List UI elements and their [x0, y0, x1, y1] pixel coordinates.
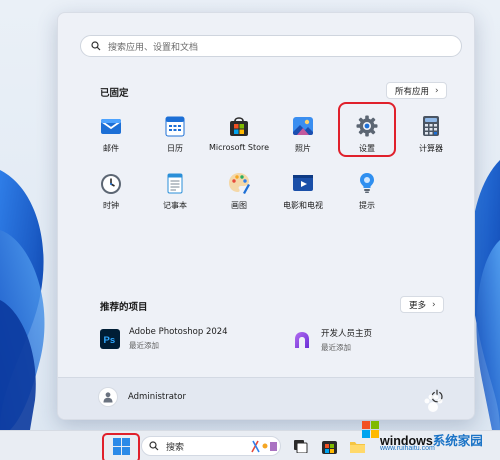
start-menu: 搜索应用、设置和文档 已固定 所有应用 › 邮件 日历 Microsoft St… [57, 12, 475, 420]
task-view-icon[interactable] [294, 440, 308, 453]
taskbar-search-box[interactable]: 搜索 [141, 436, 281, 456]
clock-icon [101, 174, 121, 194]
photos-icon [293, 117, 313, 135]
chevron-right-icon: › [432, 299, 436, 310]
paint-icon [229, 173, 250, 194]
app-label: 时钟 [103, 201, 119, 210]
watermark-logo-icon [362, 421, 379, 438]
all-apps-button[interactable]: 所有应用 › [386, 82, 447, 99]
pinned-app-mail[interactable]: 邮件 [80, 112, 142, 162]
pinned-app-movies-tv[interactable]: 电影和电视 [272, 169, 334, 219]
app-label: Microsoft Store [208, 143, 270, 152]
pinned-app-notepad[interactable]: 记事本 [144, 169, 206, 219]
svg-text:Ps: Ps [104, 335, 116, 346]
mail-icon [100, 119, 122, 134]
search-placeholder: 搜索应用、设置和文档 [108, 42, 199, 53]
chevron-right-icon: › [435, 85, 439, 96]
pinned-title: 已固定 [100, 88, 129, 99]
app-label: 计算器 [419, 144, 443, 153]
windows-start-icon[interactable] [113, 438, 130, 455]
settings-highlight-box [338, 102, 396, 157]
user-icon [103, 392, 113, 403]
movies-icon [293, 175, 313, 191]
app-label: 邮件 [103, 144, 119, 153]
recommended-title: 推荐的项目 [100, 302, 148, 313]
photoshop-icon: Ps [100, 329, 120, 349]
user-name: Administrator [128, 392, 186, 402]
search-icon [91, 41, 101, 51]
taskbar-search-label: 搜索 [166, 442, 185, 453]
app-label: 记事本 [163, 201, 187, 210]
notepad-icon [167, 173, 183, 194]
site-watermark: windows系统家园 www.ruihaitu.com [360, 393, 498, 455]
recommended-item-dev-home[interactable]: 开发人员主页 最近添加 [292, 327, 372, 353]
pinned-app-tips[interactable]: 提示 [336, 169, 398, 219]
search-icon [149, 441, 159, 451]
recommended-item-subtitle: 最近添加 [321, 343, 351, 352]
recommended-item-subtitle: 最近添加 [129, 341, 159, 350]
store-taskbar-icon[interactable] [322, 439, 337, 454]
watermark-subtitle: www.ruihaitu.com [380, 445, 435, 452]
app-label: 画图 [231, 201, 247, 210]
more-label: 更多 [409, 300, 427, 311]
pinned-app-photos[interactable]: 照片 [272, 112, 334, 162]
pinned-app-clock[interactable]: 时钟 [80, 169, 142, 219]
pinned-app-calendar[interactable]: 日历 [144, 112, 206, 162]
app-label: 日历 [167, 144, 183, 153]
recommended-item-name: 开发人员主页 [321, 329, 373, 339]
app-label: 电影和电视 [283, 201, 323, 210]
start-search-box[interactable]: 搜索应用、设置和文档 [80, 35, 462, 57]
calculator-icon [423, 116, 439, 136]
pinned-app-calculator[interactable]: 计算器 [400, 112, 462, 162]
watermark-title-accent: 系统家园 [432, 434, 483, 448]
all-apps-label: 所有应用 [395, 86, 430, 97]
recommended-item-name: Adobe Photoshop 2024 [129, 327, 228, 337]
store-icon [230, 117, 248, 136]
avatar [98, 387, 118, 407]
user-account-button[interactable]: Administrator [98, 387, 186, 407]
recommended-item-photoshop[interactable]: Ps Adobe Photoshop 2024 最近添加 [100, 327, 228, 351]
search-highlight-icon [251, 440, 277, 453]
pinned-app-paint[interactable]: 画图 [208, 169, 270, 219]
dev-home-icon [295, 332, 309, 348]
pinned-app-microsoft-store[interactable]: Microsoft Store [208, 112, 270, 162]
app-label: 照片 [295, 144, 311, 153]
paw-print-icon [424, 394, 443, 412]
calendar-icon [165, 116, 185, 137]
tips-icon [360, 173, 374, 193]
app-label: 提示 [359, 201, 375, 210]
more-button[interactable]: 更多 › [400, 296, 444, 313]
